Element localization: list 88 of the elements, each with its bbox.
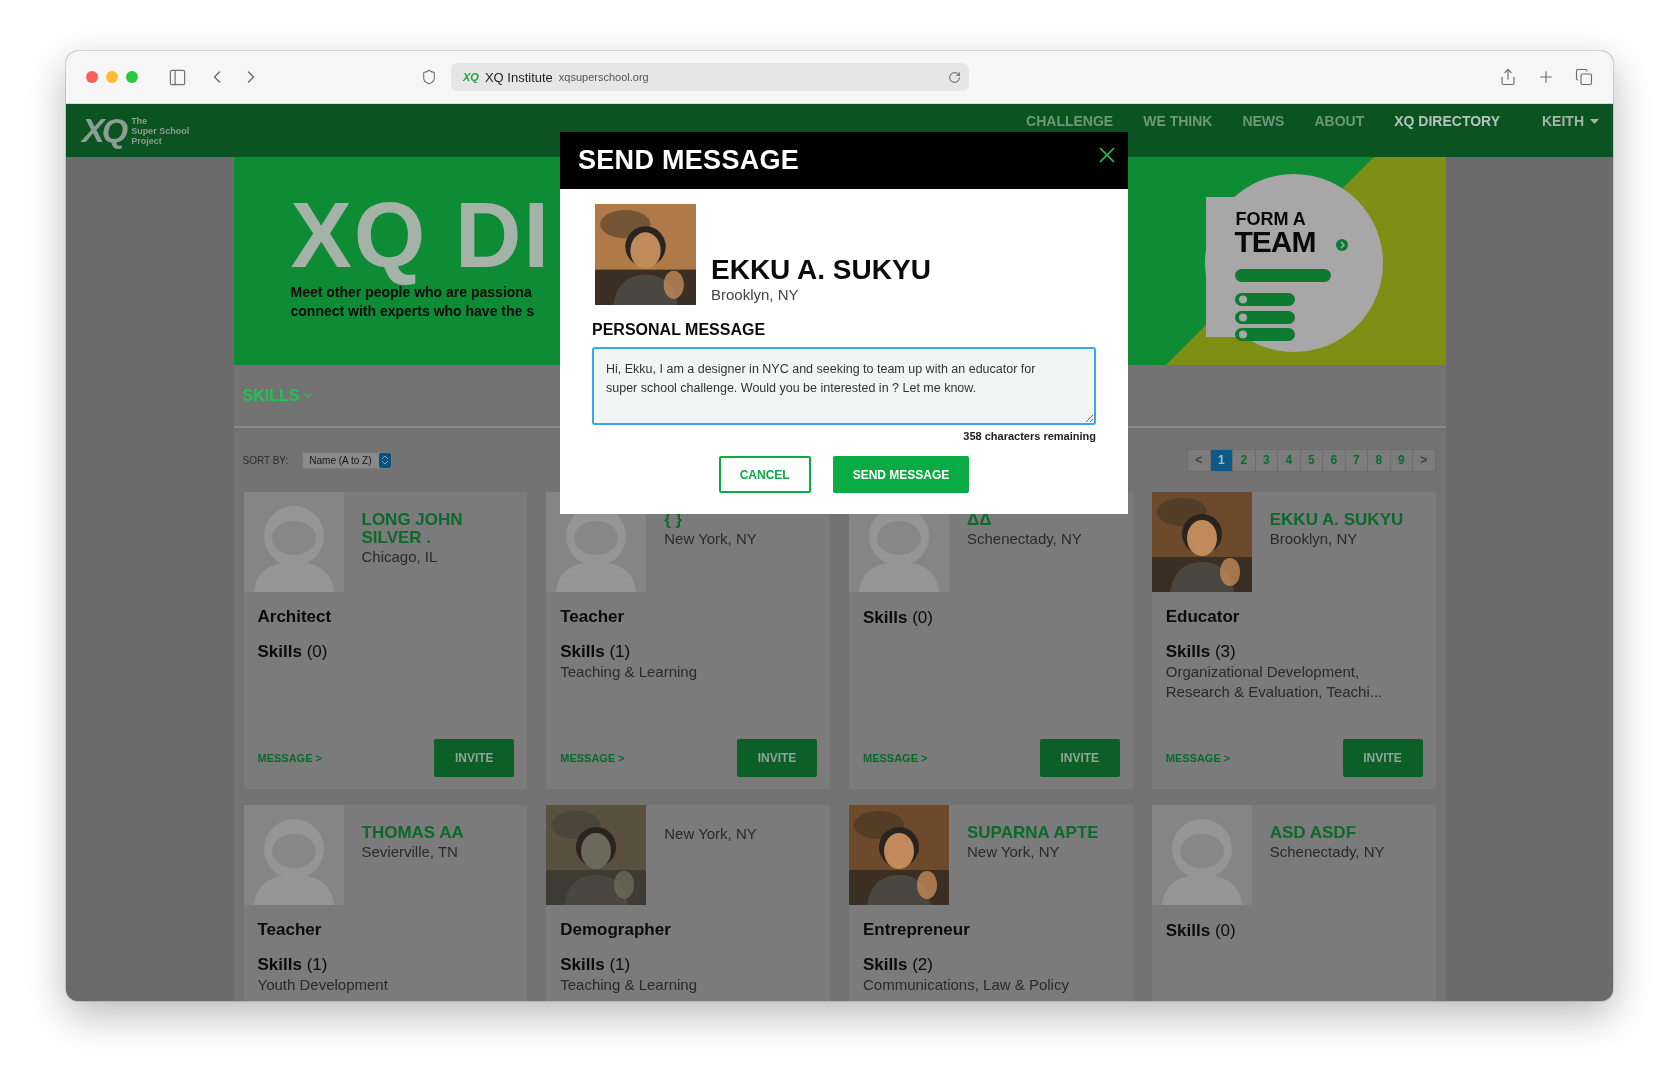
member-location: Schenectady, NY (1269, 842, 1385, 861)
member-location: Chicago, IL (361, 547, 439, 566)
site-favicon: XQ (463, 71, 479, 83)
field-label: PERSONAL MESSAGE (592, 321, 767, 339)
url-text: xqsuperschool.org (558, 71, 650, 83)
banner-text: Meet other people who are passiona (290, 284, 533, 302)
skills-count: Skills (1) (257, 954, 329, 975)
member-name[interactable]: LONG JOHN SILVER . (361, 511, 520, 547)
skills-count: Skills (0) (863, 607, 934, 628)
member-name[interactable]: ASD ASDF (1269, 824, 1385, 842)
skills-count: Skills (2) (863, 954, 934, 975)
stepper-icon (379, 452, 392, 468)
invite-button[interactable]: INVITE (737, 739, 817, 777)
close-window-button[interactable] (86, 71, 98, 83)
nav-link[interactable]: WE THINK (1143, 113, 1213, 129)
new-tab-icon[interactable] (1537, 68, 1555, 86)
character-counter: 358 characters remaining (963, 430, 1096, 442)
cancel-button[interactable]: CANCEL (718, 456, 811, 493)
sort-select[interactable]: Name (A to Z) (302, 451, 393, 469)
nav-link[interactable]: NEWS (1242, 113, 1285, 129)
page-button[interactable]: 4 (1277, 448, 1301, 472)
recipient-name: EKKU A. SUKYU (711, 254, 931, 286)
page-button[interactable]: 3 (1254, 448, 1278, 472)
zoom-window-button[interactable] (126, 71, 138, 83)
member-location: Schenectady, NY (967, 529, 1082, 548)
sidebar-icon[interactable] (168, 67, 187, 87)
member-location: New York, NY (664, 529, 757, 548)
member-location: Sevierville, TN (361, 842, 459, 861)
member-name[interactable]: SUPARNA APTE (967, 824, 1099, 842)
skills-list: Teaching & Learning (560, 975, 816, 995)
sort-label: SORT BY: (242, 454, 289, 466)
nav-link[interactable]: ABOUT (1314, 113, 1365, 129)
caret-icon (1590, 118, 1599, 124)
next-page-button[interactable]: > (1412, 448, 1436, 472)
member-role: Demographer (560, 920, 672, 940)
address-bar[interactable]: XQ XQ Institute xqsuperschool.org (451, 63, 969, 91)
member-role: Entrepreneur (863, 920, 971, 940)
site-logo[interactable]: XQ (82, 111, 126, 150)
invite-button[interactable]: INVITE (1039, 739, 1120, 777)
page-button[interactable]: 1 (1209, 448, 1233, 472)
message-field[interactable]: Hi, Ekku, I am a designer in NYC and seeking to team up with an educator for super school challenge. Would you be interested in ? Let me know. (592, 347, 1096, 425)
skills-list: Youth Development (257, 975, 514, 995)
page-button[interactable]: 5 (1299, 448, 1323, 472)
member-location: New York, NY (967, 842, 1061, 861)
page-button[interactable]: 2 (1232, 448, 1256, 472)
nav-link[interactable]: XQ DIRECTORY (1394, 113, 1500, 129)
skills-list: Teaching & Learning (560, 662, 816, 682)
skills-count: Skills (0) (257, 641, 329, 662)
member-name[interactable]: EKKU A. SUKYU (1269, 511, 1404, 529)
member-name[interactable]: ΔΔ (967, 511, 1082, 529)
skills-count: Skills (1) (560, 954, 632, 975)
skills-list: Organizational Development, Research & Evaluation, Teachi... (1165, 662, 1422, 702)
page-button[interactable]: 7 (1344, 448, 1368, 472)
logo-tagline: The Super School Project (131, 115, 190, 146)
member-name[interactable]: THOMAS AA (361, 824, 464, 842)
page-button[interactable]: 8 (1367, 448, 1391, 472)
reload-icon[interactable] (948, 70, 961, 84)
message-link[interactable]: MESSAGE > (560, 752, 625, 764)
skills-count: Skills (3) (1165, 641, 1237, 662)
invite-button[interactable]: INVITE (434, 739, 515, 777)
shield-icon[interactable] (421, 69, 437, 85)
member-role: Teacher (560, 607, 626, 627)
message-link[interactable]: MESSAGE > (257, 752, 322, 764)
dialog-title: SEND MESSAGE (578, 145, 800, 176)
member-location: Brooklyn, NY (1269, 529, 1359, 548)
page-button[interactable]: 9 (1389, 448, 1413, 472)
send-button[interactable]: SEND MESSAGE (832, 456, 970, 493)
tabs-overview-icon[interactable] (1575, 68, 1593, 86)
member-role: Educator (1165, 607, 1241, 627)
user-menu[interactable]: KEITH (1542, 113, 1599, 129)
member-location: New York, NY (664, 824, 757, 843)
skills-list: Communications, Law & Policy (863, 975, 1119, 995)
nav-link[interactable]: CHALLENGE (1026, 113, 1114, 129)
site-name: XQ Institute (484, 69, 553, 85)
skills-count: Skills (0) (1165, 920, 1237, 941)
message-link[interactable]: MESSAGE > (863, 752, 928, 764)
member-role: Architect (257, 607, 333, 627)
banner-text: connect with experts who have the s (290, 302, 535, 321)
invite-button[interactable]: INVITE (1342, 739, 1423, 777)
message-link[interactable]: MESSAGE > (1165, 752, 1231, 764)
skills-filter[interactable]: SKILLS (242, 386, 315, 405)
page-button[interactable]: 6 (1322, 448, 1346, 472)
share-icon[interactable] (1499, 68, 1517, 86)
member-role: Teacher (257, 920, 323, 940)
recipient-location: Brooklyn, NY (711, 286, 800, 303)
previous-page-button[interactable]: < (1187, 448, 1211, 472)
skills-count: Skills (1) (560, 641, 632, 662)
banner-title: XQ DI (290, 187, 551, 283)
